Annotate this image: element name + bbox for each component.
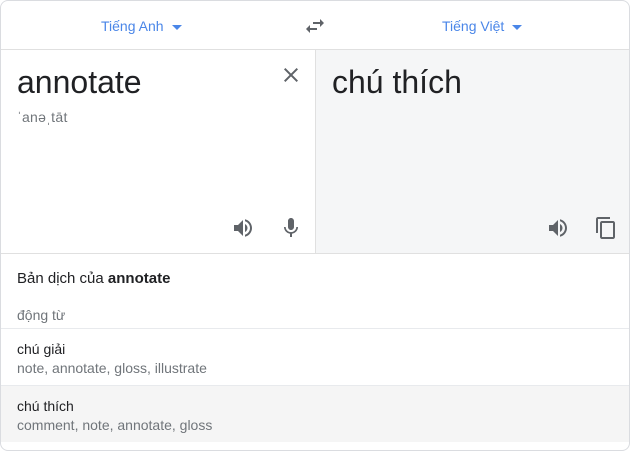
chevron-down-icon <box>512 24 523 30</box>
part-of-speech: động từ <box>17 307 66 323</box>
swap-languages-button[interactable] <box>303 14 327 38</box>
source-text-input[interactable]: annotate <box>17 64 142 101</box>
dictionary-heading-prefix: Bản dịch của <box>17 270 104 287</box>
target-pane: chú thích <box>315 50 629 253</box>
list-item[interactable]: chú thích comment, note, annotate, gloss <box>1 385 629 442</box>
entry-word: chú thích <box>17 398 74 414</box>
copy-icon <box>596 217 615 239</box>
clear-button[interactable] <box>279 63 303 87</box>
swap-icon <box>306 19 324 33</box>
entry-word: chú giải <box>17 341 66 357</box>
source-listen-button[interactable] <box>231 216 255 240</box>
close-icon <box>284 68 298 82</box>
list-item[interactable]: chú giải note, annotate, gloss, illustra… <box>1 328 629 385</box>
dictionary-section: Bản dịch của annotate động từ chú giải n… <box>1 253 629 450</box>
speaker-icon <box>234 219 252 237</box>
microphone-icon <box>284 218 298 237</box>
target-listen-button[interactable] <box>546 216 570 240</box>
voice-input-button[interactable] <box>279 216 303 240</box>
dictionary-heading: Bản dịch của annotate <box>17 270 170 287</box>
translate-card: Tiếng Anh Tiếng Việt annotate ˈanəˌtāt c… <box>0 0 630 451</box>
speaker-icon <box>549 219 567 237</box>
entry-synonyms: comment, note, annotate, gloss <box>17 417 213 433</box>
language-bar: Tiếng Anh Tiếng Việt <box>1 1 629 50</box>
chevron-down-icon <box>171 24 182 30</box>
dictionary-heading-word: annotate <box>107 270 171 287</box>
entry-synonyms: note, annotate, gloss, illustrate <box>17 360 207 376</box>
target-language-label: Tiếng Việt <box>442 18 505 34</box>
phonetic-transcription: ˈanəˌtāt <box>17 109 68 125</box>
copy-translation-button[interactable] <box>594 216 618 240</box>
translation-output: chú thích <box>332 64 462 100</box>
source-language-label: Tiếng Anh <box>101 18 164 34</box>
source-pane: annotate ˈanəˌtāt <box>1 50 315 253</box>
target-language-select[interactable]: Tiếng Việt <box>442 15 523 37</box>
source-language-select[interactable]: Tiếng Anh <box>101 15 182 37</box>
